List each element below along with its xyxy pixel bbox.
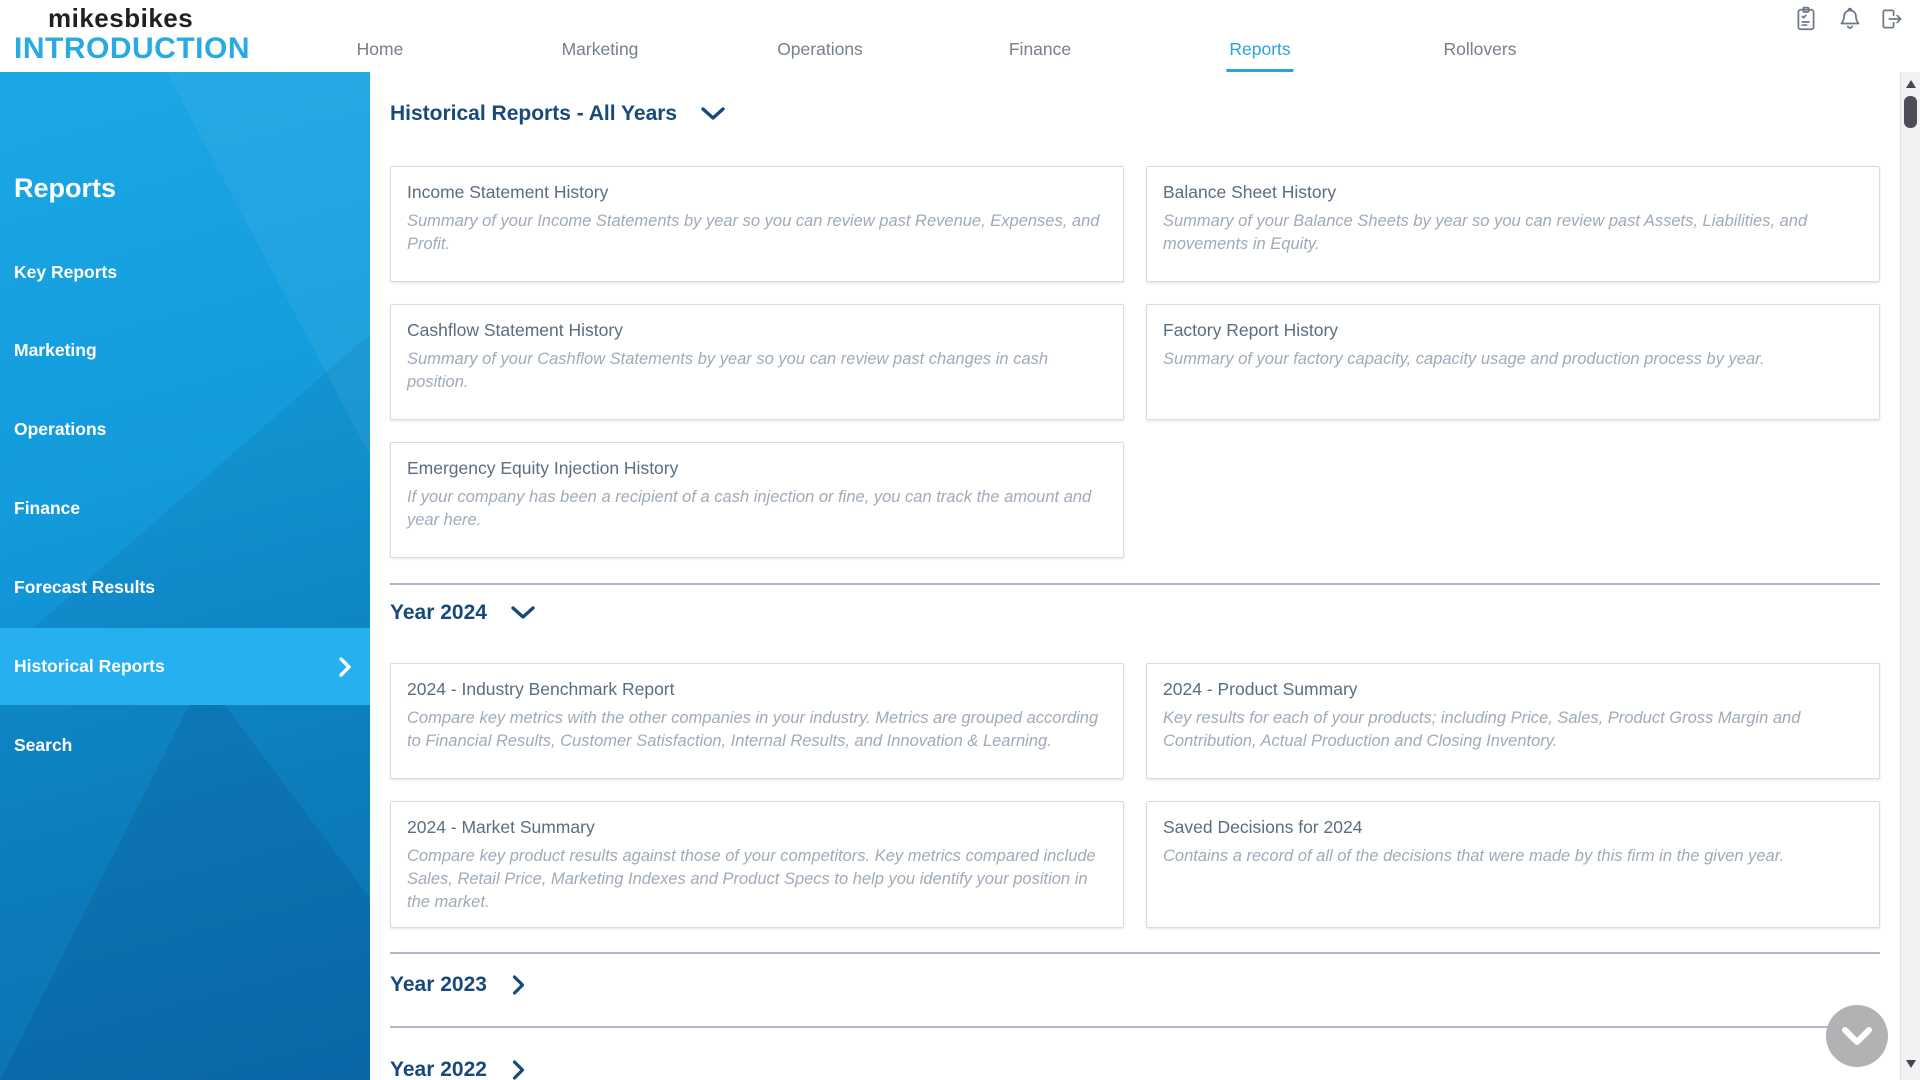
section-divider [390, 1026, 1880, 1028]
nav-item-marketing[interactable]: Marketing [559, 38, 642, 69]
chevron-down-icon [511, 606, 535, 619]
scrollbar-up-arrow[interactable] [1901, 76, 1920, 92]
sidebar-item-key-reports[interactable]: Key Reports [14, 261, 117, 283]
app-logo: mikesbikes INTRODUCTION [14, 5, 250, 64]
report-card-saved-decisions-for-2024[interactable]: Saved Decisions for 2024 Contains a reco… [1146, 801, 1880, 928]
section-header-year-2024[interactable]: Year 2024 [390, 599, 1880, 627]
sign-out-button[interactable] [1878, 6, 1906, 34]
card-description: Compare key metrics with the other compa… [407, 709, 1099, 750]
report-card-balance-sheet-history[interactable]: Balance Sheet History Summary of your Ba… [1146, 166, 1880, 282]
card-title: 2024 - Industry Benchmark Report [407, 679, 675, 699]
card-description: Summary of your factory capacity, capaci… [1163, 350, 1765, 368]
report-card-factory-report-history[interactable]: Factory Report History Summary of your f… [1146, 304, 1880, 420]
nav-item-finance[interactable]: Finance [1006, 38, 1074, 69]
logo-line1: mikesbikes [48, 3, 194, 33]
sidebar-item-search[interactable]: Search [14, 734, 72, 756]
chevron-right-icon [339, 656, 351, 677]
card-description: Summary of your Cashflow Statements by y… [407, 350, 1049, 391]
scroll-down-fab[interactable] [1826, 1005, 1888, 1067]
nav-item-operations[interactable]: Operations [774, 38, 866, 69]
section-title: Year 2023 [390, 973, 487, 996]
report-card-2024-market-summary[interactable]: 2024 - Market Summary Compare key produc… [390, 801, 1124, 928]
card-description: Contains a record of all of the decision… [1163, 847, 1785, 865]
sidebar-heading: Reports [14, 173, 117, 203]
sidebar: Reports Key Reports Marketing Operations… [0, 72, 370, 1080]
report-card-income-statement-history[interactable]: Income Statement History Summary of your… [390, 166, 1124, 282]
scrollbar-thumb[interactable] [1904, 96, 1917, 128]
chevron-down-icon [701, 107, 725, 120]
report-card-emergency-equity-injection-history[interactable]: Emergency Equity Injection History If yo… [390, 442, 1124, 558]
notifications-button[interactable] [1836, 6, 1864, 34]
chevron-right-icon [512, 1060, 525, 1080]
sidebar-item-historical-reports[interactable]: Historical Reports [0, 628, 370, 705]
section-divider [390, 952, 1880, 954]
card-title: Factory Report History [1163, 320, 1339, 340]
nav-item-home[interactable]: Home [354, 38, 407, 69]
report-card-2024-industry-benchmark-report[interactable]: 2024 - Industry Benchmark Report Compare… [390, 663, 1124, 779]
up-triangle-icon [1906, 80, 1916, 88]
vertical-scrollbar[interactable] [1900, 72, 1920, 1080]
report-card-2024-product-summary[interactable]: 2024 - Product Summary Key results for e… [1146, 663, 1880, 779]
report-card-cashflow-statement-history[interactable]: Cashflow Statement History Summary of yo… [390, 304, 1124, 420]
section-title: Historical Reports - All Years [390, 102, 678, 125]
sidebar-item-operations[interactable]: Operations [14, 418, 106, 440]
scrollbar-down-arrow[interactable] [1901, 1058, 1920, 1074]
card-grid-all-years: Income Statement History Summary of your… [390, 166, 1880, 558]
section-header-all-years[interactable]: Historical Reports - All Years [390, 100, 1880, 128]
section-title: Year 2024 [390, 601, 487, 624]
card-title: Cashflow Statement History [407, 320, 623, 340]
down-triangle-icon [1906, 1060, 1916, 1068]
logo-line2: INTRODUCTION [14, 32, 250, 65]
sidebar-item-marketing[interactable]: Marketing [14, 339, 97, 361]
section-divider [390, 583, 1880, 585]
card-description: Summary of your Balance Sheets by year s… [1163, 212, 1808, 253]
section-header-year-2023[interactable]: Year 2023 [390, 971, 1880, 999]
card-title: Emergency Equity Injection History [407, 458, 679, 478]
card-description: Summary of your Income Statements by yea… [407, 212, 1100, 253]
section-title: Year 2022 [390, 1058, 487, 1080]
sidebar-item-label: Historical Reports [14, 656, 165, 676]
card-description: Compare key product results against thos… [407, 847, 1096, 911]
tasks-button[interactable] [1792, 6, 1820, 34]
tasks-clipboard-icon [1797, 6, 1815, 31]
nav-item-rollovers[interactable]: Rollovers [1441, 38, 1520, 69]
card-title: Saved Decisions for 2024 [1163, 817, 1363, 837]
sign-out-icon [1882, 9, 1902, 29]
card-description: If your company has been a recipient of … [407, 488, 1092, 529]
card-title: Income Statement History [407, 182, 609, 202]
chevron-down-icon [1842, 1027, 1872, 1045]
card-title: 2024 - Product Summary [1163, 679, 1358, 699]
nav-item-reports[interactable]: Reports [1226, 38, 1294, 72]
chevron-right-icon [512, 975, 525, 995]
card-grid-year-2024: 2024 - Industry Benchmark Report Compare… [390, 663, 1880, 928]
card-title: 2024 - Market Summary [407, 817, 595, 837]
card-title: Balance Sheet History [1163, 182, 1337, 202]
section-header-year-2022[interactable]: Year 2022 [390, 1056, 1880, 1080]
card-description: Key results for each of your products; i… [1163, 709, 1801, 750]
sidebar-item-forecast-results[interactable]: Forecast Results [14, 576, 155, 598]
sidebar-item-finance[interactable]: Finance [14, 497, 80, 519]
notifications-bell-icon [1840, 7, 1860, 29]
main-content: Historical Reports - All Years Income St… [370, 72, 1900, 1080]
app-header: mikesbikes INTRODUCTION Home Marketing O… [0, 0, 1920, 72]
